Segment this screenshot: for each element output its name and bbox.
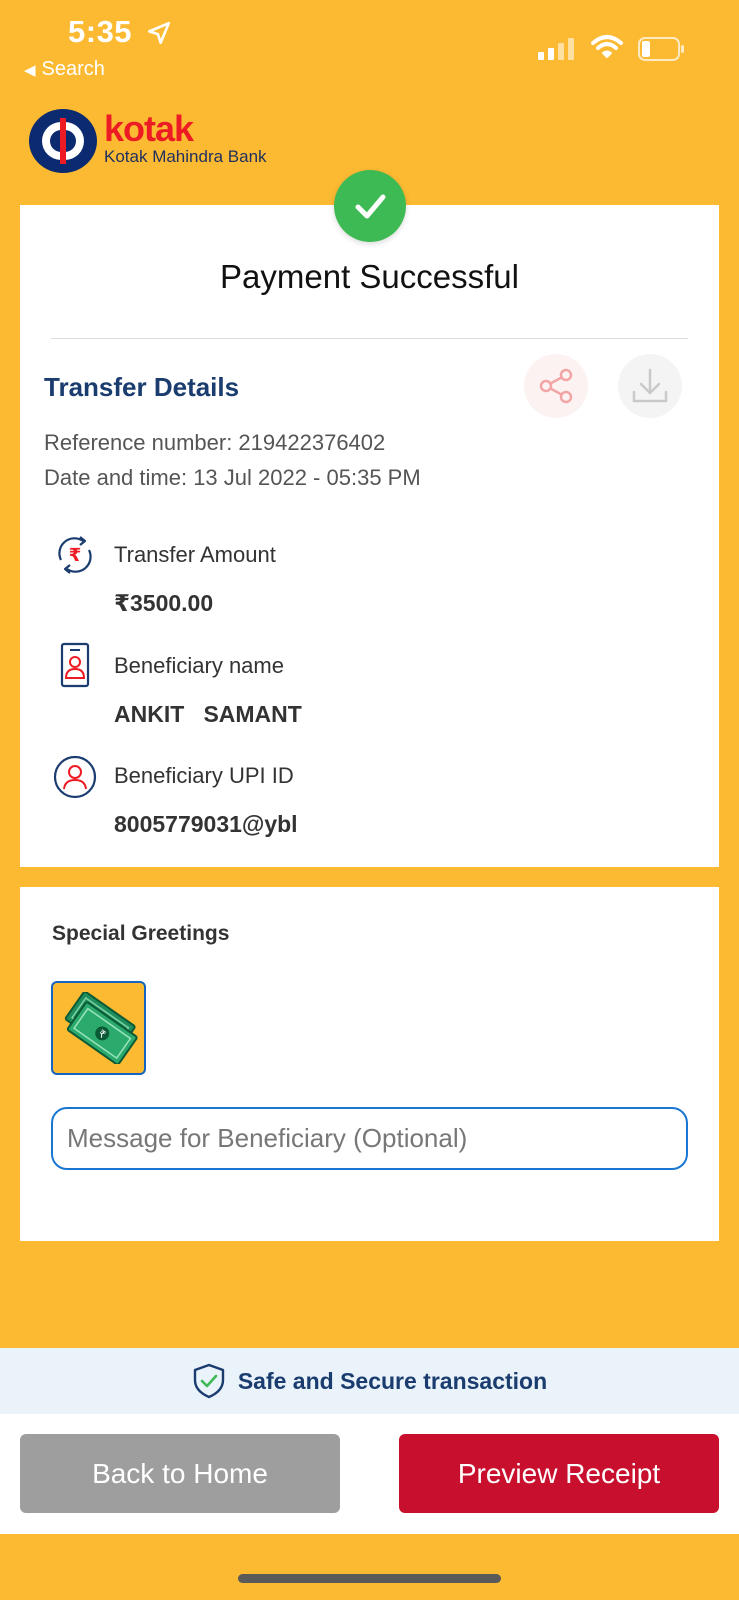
payment-status-title: Payment Successful: [220, 258, 519, 295]
preview-receipt-button[interactable]: Preview Receipt: [399, 1434, 719, 1513]
shield-check-icon: [193, 1363, 225, 1399]
special-greetings-heading: Special Greetings: [52, 922, 230, 945]
transaction-datetime: Date and time: 13 Jul 2022 - 05:35 PM: [44, 465, 421, 490]
back-triangle-icon: ◀: [24, 61, 36, 79]
home-indicator[interactable]: [238, 1574, 501, 1583]
share-icon: [539, 368, 573, 404]
rupee-transfer-icon: ₹: [58, 536, 92, 574]
id-card-icon: [60, 642, 90, 688]
secure-transaction-banner: Safe and Secure transaction: [0, 1348, 739, 1414]
back-to-home-button[interactable]: Back to Home: [20, 1434, 340, 1513]
cash-notes-icon: ₹: [64, 992, 138, 1064]
kotak-emblem-icon: [29, 109, 97, 173]
back-label: Search: [41, 58, 105, 80]
brand-subtitle: Kotak Mahindra Bank: [104, 147, 267, 166]
wifi-icon: [591, 35, 623, 58]
greeting-money-tile[interactable]: ₹: [51, 981, 146, 1075]
divider: [51, 338, 688, 339]
kotak-logo: kotak Kotak Mahindra Bank: [28, 108, 267, 174]
success-check-icon: [334, 170, 406, 242]
beneficiary-name-label: Beneficiary name: [114, 653, 284, 678]
back-to-search-link[interactable]: ◀ Search: [24, 58, 105, 81]
reference-number: Reference number: 219422376402: [44, 430, 386, 455]
beneficiary-name-value: ANKIT SAMANT: [114, 701, 302, 727]
beneficiary-upi-label: Beneficiary UPI ID: [114, 763, 294, 788]
transfer-details-heading: Transfer Details: [44, 372, 240, 402]
beneficiary-message-input[interactable]: [51, 1107, 688, 1170]
brand-name: kotak: [104, 108, 194, 149]
secure-transaction-text: Safe and Secure transaction: [237, 1367, 548, 1394]
status-time: 5:35: [68, 14, 133, 49]
cellular-signal-icon: [538, 36, 574, 60]
user-circle-icon: [53, 755, 97, 799]
battery-icon: [638, 37, 684, 61]
share-button[interactable]: [524, 354, 588, 418]
transfer-amount-value: ₹3500.00: [114, 590, 214, 616]
download-icon: [632, 368, 668, 403]
download-button[interactable]: [618, 354, 682, 418]
svg-text:₹: ₹: [69, 545, 82, 566]
beneficiary-upi-value: 8005779031@ybl: [114, 811, 298, 837]
location-arrow-icon: [147, 21, 171, 45]
transfer-amount-label: Transfer Amount: [114, 542, 276, 567]
